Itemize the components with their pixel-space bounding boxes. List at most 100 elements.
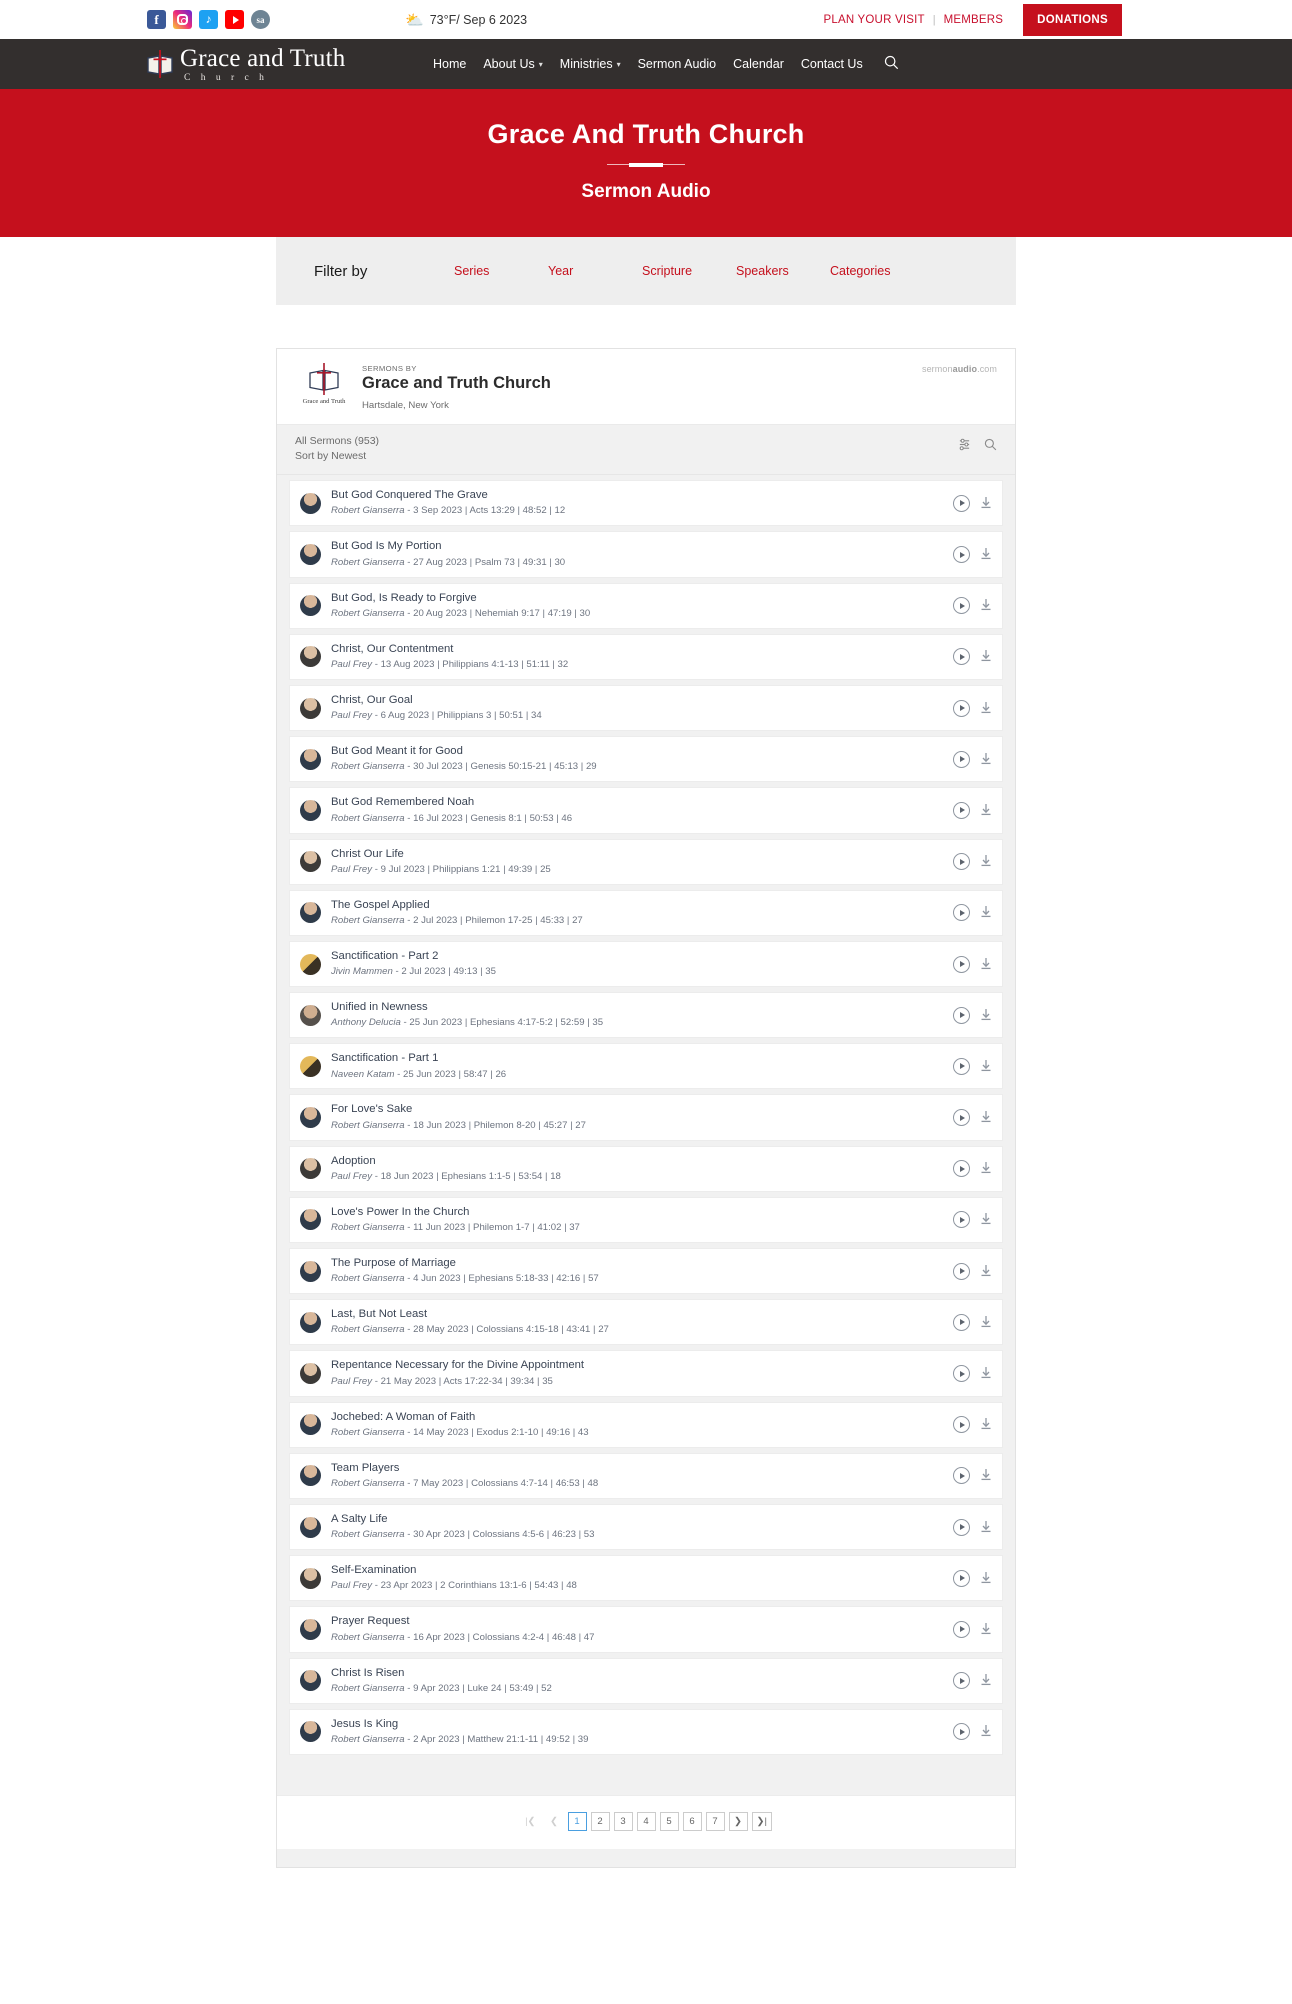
search-icon[interactable] [984,438,997,454]
sermon-row[interactable]: But God Is My Portion Robert Gianserra - … [289,531,1003,578]
download-icon[interactable] [980,1724,992,1739]
play-icon[interactable] [953,1006,970,1024]
play-icon[interactable] [953,1723,970,1741]
sermon-row[interactable]: But God, Is Ready to Forgive Robert Gians… [289,582,1003,629]
download-icon[interactable] [980,1571,992,1586]
sermon-title[interactable]: Adoption [331,1154,953,1169]
sermon-row[interactable]: Jesus Is King Robert Gianserra - 2 Apr 20… [289,1708,1003,1755]
sermon-title[interactable]: Prayer Request [331,1614,953,1629]
search-icon[interactable] [884,55,899,73]
play-icon[interactable] [953,1109,970,1127]
sermon-title[interactable]: Last, But Not Least [331,1307,953,1322]
download-icon[interactable] [980,752,992,767]
sermon-row[interactable]: But God Conquered The Grave Robert Gianse… [289,480,1003,527]
play-icon[interactable] [953,1672,970,1690]
download-icon[interactable] [980,1366,992,1381]
sermon-row[interactable]: But God Remembered Noah Robert Gianserra … [289,787,1003,834]
download-icon[interactable] [980,1622,992,1637]
play-icon[interactable] [953,546,970,564]
download-icon[interactable] [980,1315,992,1330]
pagination-next[interactable]: ❯ [728,1811,748,1831]
play-icon[interactable] [953,801,970,819]
play-icon[interactable] [953,648,970,666]
plan-your-visit-link[interactable]: PLAN YOUR VISIT [816,14,933,26]
pagination-page-1[interactable]: 1 [567,1811,587,1831]
play-icon[interactable] [953,1057,970,1075]
play-icon[interactable] [953,1416,970,1434]
sermon-row[interactable]: Unified in Newness Anthony Delucia - 25 J… [289,992,1003,1039]
sermon-title[interactable]: But God Is My Portion [331,539,953,554]
sermon-row[interactable]: Jochebed: A Woman of Faith Robert Gianser… [289,1401,1003,1448]
sermon-row[interactable]: Sanctification - Part 2 Jivin Mammen - 2 … [289,940,1003,988]
pagination-last[interactable]: ❯| [751,1811,772,1831]
play-icon[interactable] [953,1211,970,1229]
download-icon[interactable] [980,598,992,613]
sermon-row[interactable]: Prayer Request Robert Gianserra - 16 Apr … [289,1606,1003,1653]
nav-item-home[interactable]: Home [433,57,466,71]
sort-selector[interactable]: Sort by Newest [295,449,997,464]
download-icon[interactable] [980,854,992,869]
sermon-title[interactable]: But God Remembered Noah [331,795,953,810]
donations-button[interactable]: DONATIONS [1023,3,1122,36]
play-icon[interactable] [953,1313,970,1331]
filter-sliders-icon[interactable] [958,438,971,454]
sermon-title[interactable]: Team Players [331,1461,953,1476]
members-link[interactable]: MEMBERS [936,14,1012,26]
sermon-title[interactable]: Christ, Our Contentment [331,642,953,657]
sermon-title[interactable]: Repentance Necessary for the Divine Appo… [331,1358,953,1373]
nav-item-ministries[interactable]: Ministries ▾ [560,57,621,71]
download-icon[interactable] [980,1212,992,1227]
twitter-icon[interactable]: ♪ [199,10,218,29]
download-icon[interactable] [980,1059,992,1074]
sermon-title[interactable]: Christ Is Risen [331,1666,953,1681]
nav-item-contact-us[interactable]: Contact Us [801,57,863,71]
filter-option-scripture[interactable]: Scripture [642,264,736,278]
pagination-prev[interactable]: ❮ [544,1811,564,1831]
sermon-title[interactable]: For Love's Sake [331,1102,953,1117]
sermon-row[interactable]: Self-Examination Paul Frey - 23 Apr 2023 … [289,1555,1003,1602]
pagination-page-3[interactable]: 3 [613,1811,633,1831]
sermon-title[interactable]: Sanctification - Part 2 [331,949,953,964]
sermon-title[interactable]: Self-Examination [331,1563,953,1578]
sermon-row[interactable]: Love's Power In the Church Robert Gianser… [289,1196,1003,1244]
filter-option-categories[interactable]: Categories [830,264,890,278]
download-icon[interactable] [980,1264,992,1279]
youtube-icon[interactable] [225,10,244,29]
sermon-title[interactable]: Love's Power In the Church [331,1205,953,1220]
instagram-icon[interactable] [173,10,192,29]
sermon-row[interactable]: Adoption Paul Frey - 18 Jun 2023 | Ephesi… [289,1145,1003,1192]
sermon-title[interactable]: Jochebed: A Woman of Faith [331,1410,953,1425]
download-icon[interactable] [980,1417,992,1432]
pagination-page-5[interactable]: 5 [659,1811,679,1831]
download-icon[interactable] [980,957,992,972]
play-icon[interactable] [953,1262,970,1280]
download-icon[interactable] [980,803,992,818]
play-icon[interactable] [953,1620,970,1638]
sermon-row[interactable]: Team Players Robert Gianserra - 7 May 202… [289,1452,1003,1499]
nav-item-calendar[interactable]: Calendar [733,57,784,71]
sermon-title[interactable]: Jesus Is King [331,1717,953,1732]
sermonaudio-icon[interactable]: sa [251,10,270,29]
sermon-title[interactable]: Christ Our Life [331,847,953,862]
sermon-row[interactable]: For Love's Sake Robert Gianserra - 18 Jun… [289,1094,1003,1141]
sermon-title[interactable]: But God Conquered The Grave [331,488,953,503]
sermon-row[interactable]: Christ, Our Goal Paul Frey - 6 Aug 2023 |… [289,684,1003,732]
pagination-page-4[interactable]: 4 [636,1811,656,1831]
filter-option-year[interactable]: Year [548,264,642,278]
sermon-row[interactable]: Last, But Not Least Robert Gianserra - 28… [289,1299,1003,1346]
sermon-row[interactable]: Repentance Necessary for the Divine Appo… [289,1350,1003,1397]
sermon-row[interactable]: The Purpose of Marriage Robert Gianserra … [289,1248,1003,1295]
play-icon[interactable] [953,494,970,512]
play-icon[interactable] [953,699,970,717]
play-icon[interactable] [953,597,970,615]
download-icon[interactable] [980,1110,992,1125]
pagination-page-6[interactable]: 6 [682,1811,702,1831]
sermonaudio-wordmark[interactable]: sermonaudio.com [922,364,997,374]
play-icon[interactable] [953,750,970,768]
download-icon[interactable] [980,701,992,716]
play-icon[interactable] [953,1467,970,1485]
sermon-title[interactable]: Christ, Our Goal [331,693,953,708]
sermon-row[interactable]: Christ, Our Contentment Paul Frey - 13 Au… [289,633,1003,680]
play-icon[interactable] [953,853,970,871]
nav-item-sermon-audio[interactable]: Sermon Audio [638,57,717,71]
